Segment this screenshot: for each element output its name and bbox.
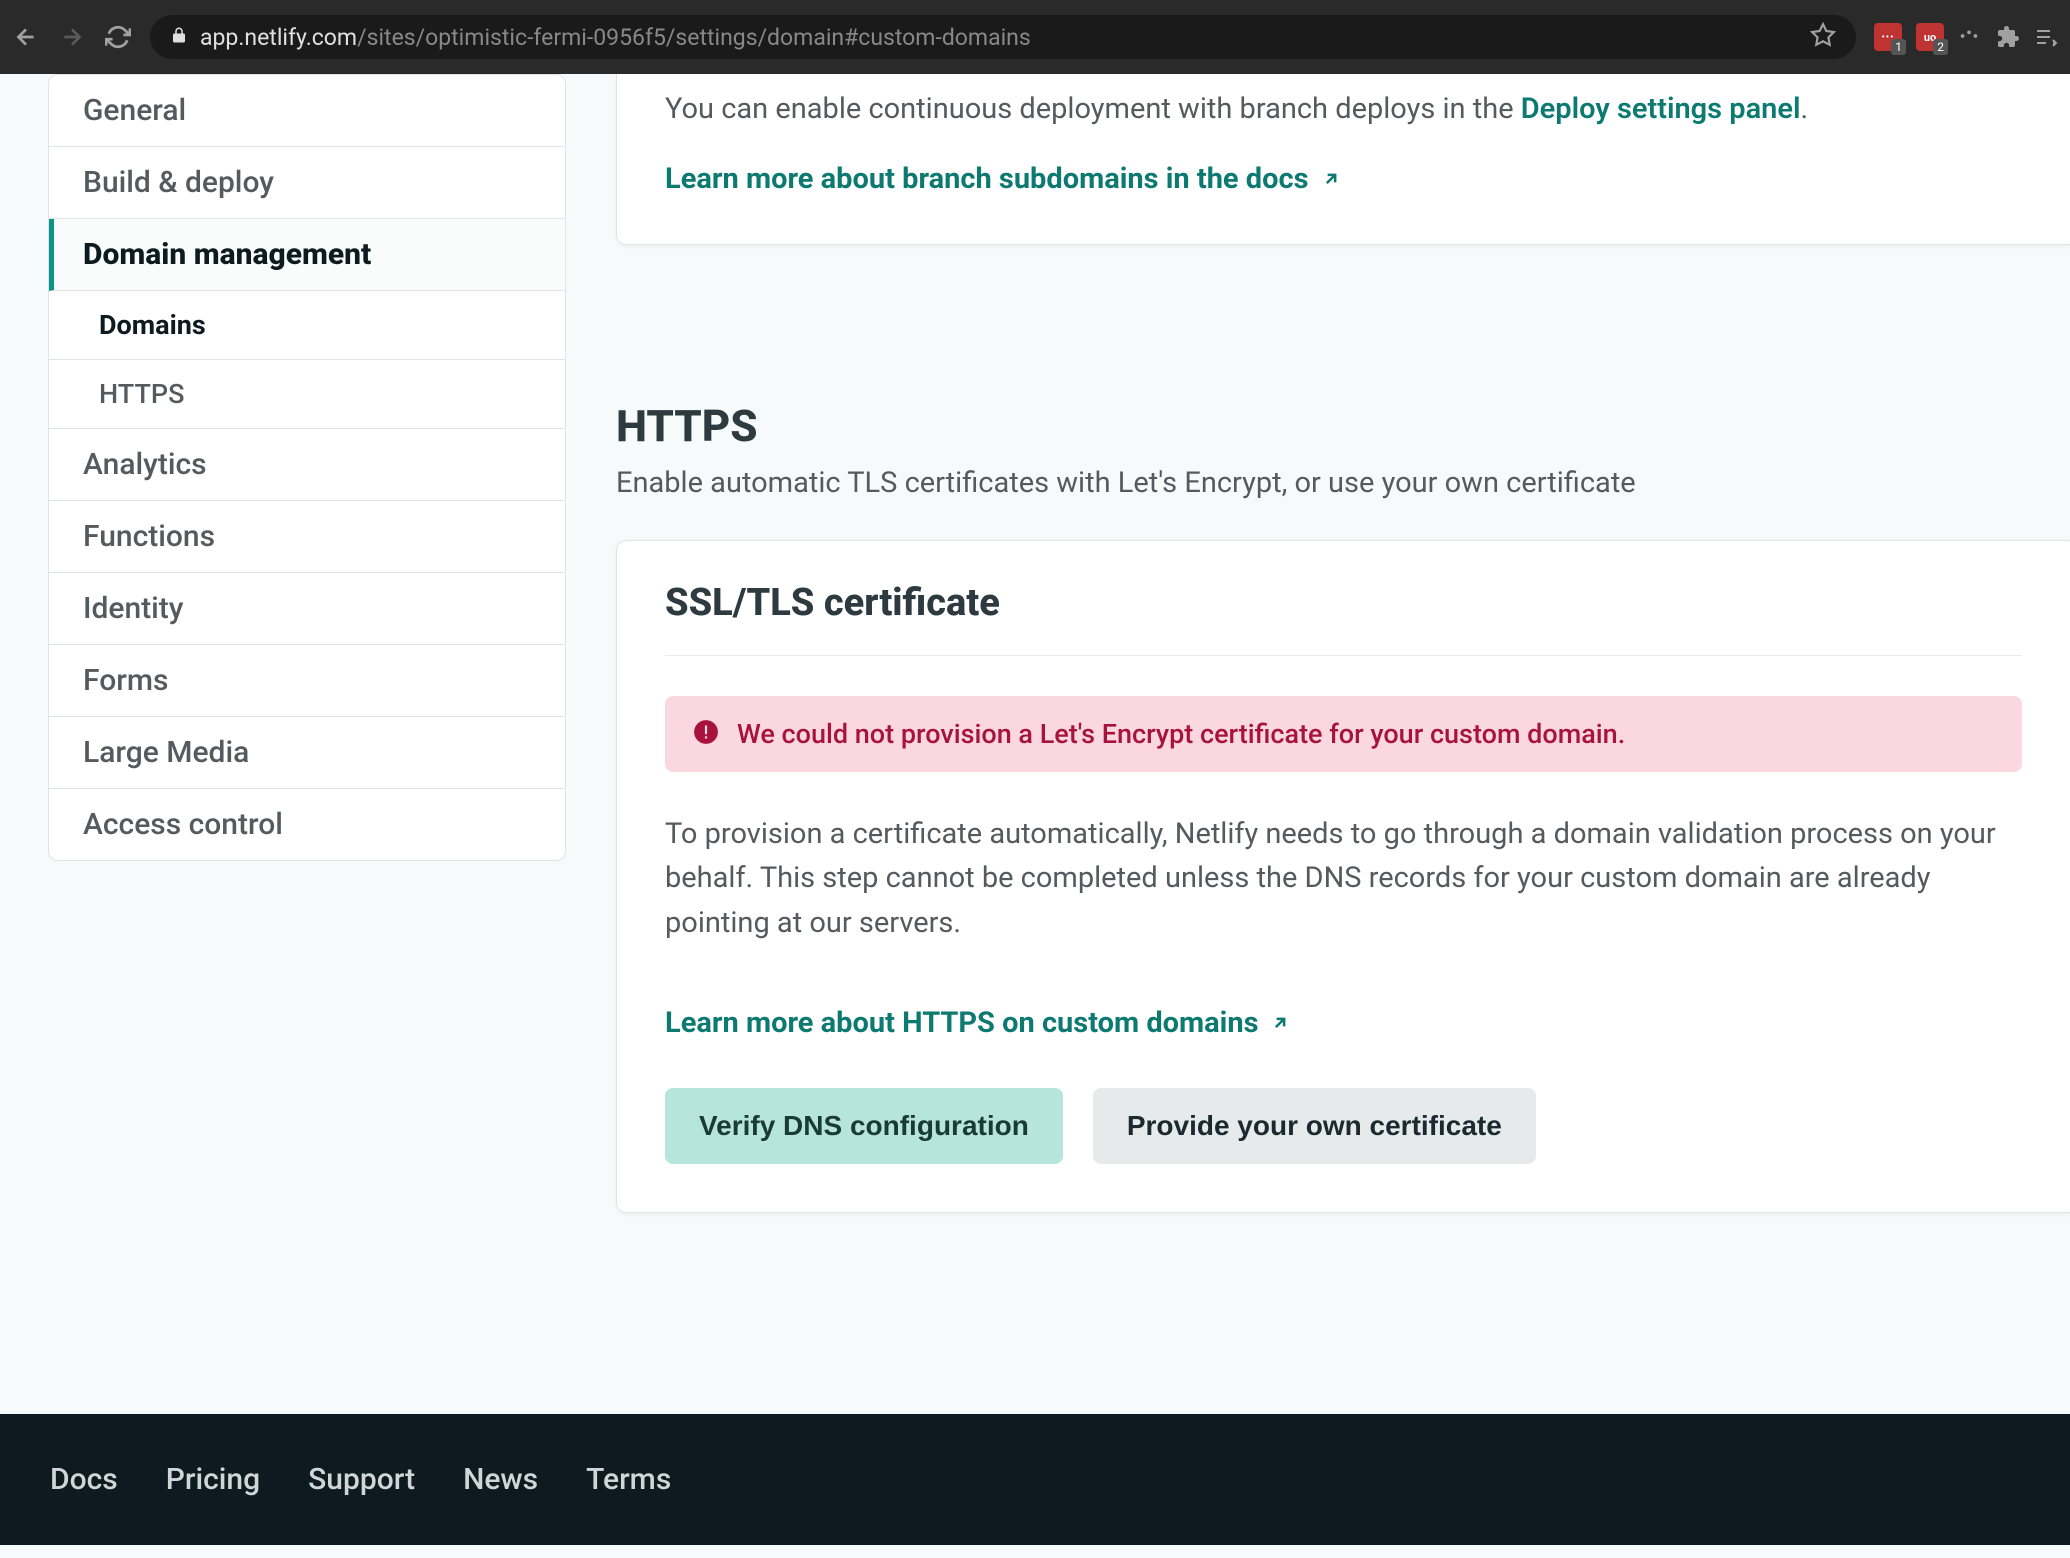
url-text: app.netlify.com/sites/optimistic-fermi-0… bbox=[200, 24, 1031, 51]
certificate-error-alert: We could not provision a Let's Encrypt c… bbox=[665, 696, 2022, 772]
browser-toolbar: app.netlify.com/sites/optimistic-fermi-0… bbox=[0, 0, 2070, 74]
footer-link-pricing[interactable]: Pricing bbox=[166, 1462, 260, 1497]
alert-message: We could not provision a Let's Encrypt c… bbox=[737, 718, 1625, 750]
sidebar-item-forms[interactable]: Forms bbox=[49, 645, 565, 717]
deploy-settings-link[interactable]: Deploy settings panel bbox=[1521, 92, 1801, 126]
page-footer: Docs Pricing Support News Terms bbox=[0, 1414, 2070, 1545]
sidebar-item-functions[interactable]: Functions bbox=[49, 501, 565, 573]
certificate-actions: Verify DNS configuration Provide your ow… bbox=[665, 1088, 2022, 1164]
error-icon bbox=[693, 719, 719, 749]
nav-controls bbox=[12, 23, 132, 51]
sidebar-item-large-media[interactable]: Large Media bbox=[49, 717, 565, 789]
address-bar[interactable]: app.netlify.com/sites/optimistic-fermi-0… bbox=[150, 15, 1856, 59]
extension-ublock-icon[interactable]: uo 2 bbox=[1916, 23, 1944, 51]
extension-lastpass-icon[interactable]: ••• 1 bbox=[1874, 23, 1902, 51]
main-content: You can enable continuous deployment wit… bbox=[566, 74, 2070, 1414]
extensions-puzzle-icon[interactable] bbox=[1996, 25, 2020, 49]
ssl-certificate-card: SSL/TLS certificate We could not provisi… bbox=[616, 540, 2070, 1214]
https-section: HTTPS Enable automatic TLS certificates … bbox=[616, 400, 2070, 1214]
learn-branch-subdomains-link[interactable]: Learn more about branch subdomains in th… bbox=[665, 162, 1341, 196]
sidebar-item-build-deploy[interactable]: Build & deploy bbox=[49, 147, 565, 219]
branch-deploy-intro: You can enable continuous deployment wit… bbox=[665, 88, 2022, 132]
provide-certificate-button[interactable]: Provide your own certificate bbox=[1093, 1088, 1536, 1164]
forward-button[interactable] bbox=[58, 23, 86, 51]
branch-subdomains-card: You can enable continuous deployment wit… bbox=[616, 74, 2070, 245]
footer-link-support[interactable]: Support bbox=[308, 1462, 415, 1497]
settings-sidebar: General Build & deploy Domain management… bbox=[48, 74, 566, 1414]
extension-icon[interactable] bbox=[1958, 25, 1982, 49]
reload-button[interactable] bbox=[104, 23, 132, 51]
bookmark-star-icon[interactable] bbox=[1810, 22, 1836, 52]
sidebar-subitem-https[interactable]: HTTPS bbox=[49, 360, 565, 429]
sidebar-item-identity[interactable]: Identity bbox=[49, 573, 565, 645]
sidebar-subitem-domains[interactable]: Domains bbox=[49, 291, 565, 360]
sidebar-item-analytics[interactable]: Analytics bbox=[49, 429, 565, 501]
https-title: HTTPS bbox=[616, 400, 2070, 452]
sidebar-item-general[interactable]: General bbox=[49, 75, 565, 147]
back-button[interactable] bbox=[12, 23, 40, 51]
learn-https-link[interactable]: Learn more about HTTPS on custom domains bbox=[665, 1006, 1290, 1040]
extension-icons: ••• 1 uo 2 bbox=[1874, 23, 2058, 51]
sidebar-item-domain-management[interactable]: Domain management bbox=[49, 219, 565, 291]
certificate-explanation: To provision a certificate automatically… bbox=[665, 812, 2022, 947]
sidebar-item-access-control[interactable]: Access control bbox=[49, 789, 565, 860]
footer-link-terms[interactable]: Terms bbox=[586, 1462, 671, 1497]
page-content: General Build & deploy Domain management… bbox=[0, 74, 2070, 1414]
footer-link-docs[interactable]: Docs bbox=[50, 1462, 118, 1497]
lock-icon bbox=[170, 26, 188, 48]
https-description: Enable automatic TLS certificates with L… bbox=[616, 466, 2070, 500]
sidebar-nav-list: General Build & deploy Domain management… bbox=[48, 74, 566, 861]
media-control-icon[interactable] bbox=[2034, 25, 2058, 49]
footer-link-news[interactable]: News bbox=[463, 1462, 538, 1497]
verify-dns-button[interactable]: Verify DNS configuration bbox=[665, 1088, 1063, 1164]
ssl-card-title: SSL/TLS certificate bbox=[665, 581, 2022, 656]
